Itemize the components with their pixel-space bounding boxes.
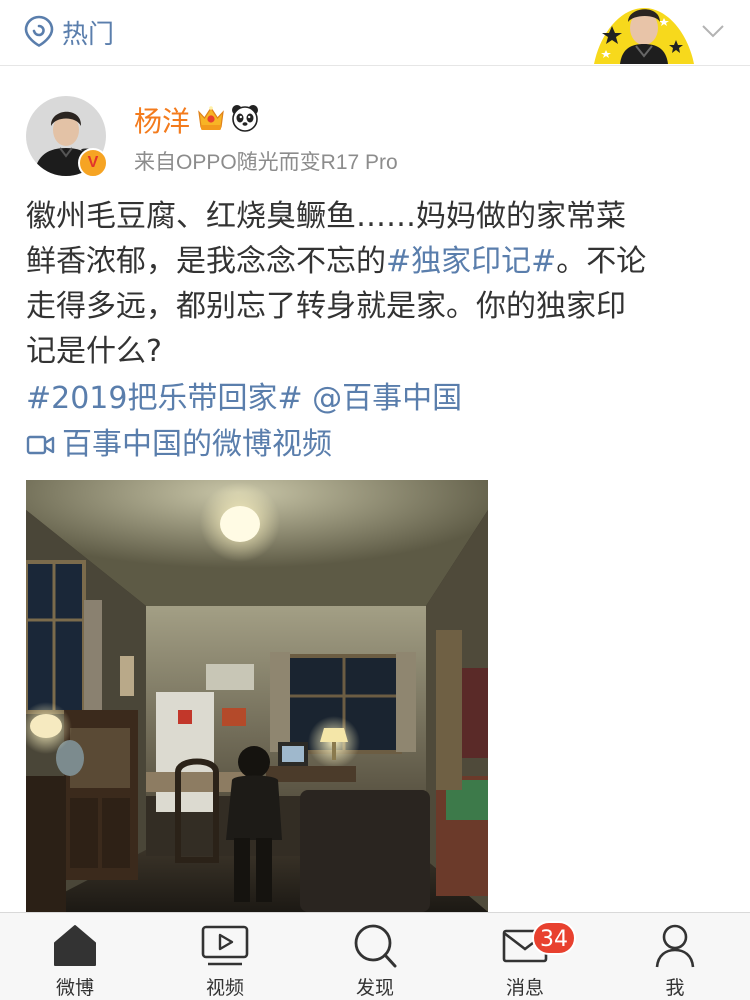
tab-label: 消息	[505, 977, 544, 999]
top-bar: 热门	[0, 0, 750, 66]
unread-badge: 34	[532, 921, 576, 955]
topic-link[interactable]: #2019把乐带回家#	[26, 381, 303, 416]
hashtag-link[interactable]: #独家印记#	[386, 244, 556, 279]
video-camera-icon	[26, 435, 55, 454]
video-play-icon	[200, 923, 250, 971]
username-row: 杨洋	[134, 100, 260, 140]
text-segment: 走得多远，都别忘了转身就是家。你的独家印	[26, 289, 626, 324]
tab-label: 微博	[55, 977, 94, 999]
text-segment: 鲜香浓郁，是我念念不忘的	[26, 244, 386, 279]
hot-filter[interactable]: 热门	[24, 14, 114, 51]
tab-discover[interactable]: 发现	[300, 913, 450, 1000]
tab-video[interactable]: 视频	[150, 913, 300, 1000]
tab-home[interactable]: 微博	[0, 913, 150, 1000]
post-text-line: 鲜香浓郁，是我念念不忘的#独家印记#。不论	[26, 239, 726, 284]
text-segment: 徽州毛豆腐、红烧臭鳜鱼……妈妈做的家常菜	[26, 199, 626, 234]
hot-label: 热门	[62, 20, 115, 50]
verified-badge: V	[78, 148, 108, 178]
chevron-down-icon[interactable]	[700, 18, 726, 48]
crown-icon[interactable]	[196, 103, 226, 137]
text-segment: 。不论	[556, 244, 647, 279]
tab-messages[interactable]: 34 消息	[450, 913, 600, 1000]
bottom-tab-bar: 微博 视频 发现 34 消息 我	[0, 912, 750, 1000]
video-link-label: 百事中国的微博视频	[62, 427, 332, 462]
post-text-line: 徽州毛豆腐、红烧臭鳜鱼……妈妈做的家常菜	[26, 194, 726, 239]
tab-me[interactable]: 我	[600, 913, 750, 1000]
location-pin-icon	[24, 15, 54, 51]
header-avatar[interactable]	[590, 0, 698, 64]
post-text-line: 走得多远，都别忘了转身就是家。你的独家印	[26, 284, 726, 329]
panda-icon[interactable]	[230, 103, 260, 137]
text-segment: 记是什么?	[26, 334, 162, 369]
video-thumbnail[interactable]	[26, 480, 488, 912]
mention-link[interactable]: @百事中国	[312, 381, 462, 416]
post-text: 徽州毛豆腐、红烧臭鳜鱼……妈妈做的家常菜 鲜香浓郁，是我念念不忘的#独家印记#。…	[26, 194, 726, 374]
video-link[interactable]: 百事中国的微博视频	[26, 422, 332, 467]
search-icon	[351, 923, 399, 973]
post-text-line: 记是什么?	[26, 329, 726, 374]
username[interactable]: 杨洋	[134, 100, 190, 140]
home-icon	[52, 923, 98, 971]
tab-label: 发现	[355, 977, 394, 999]
tab-label: 我	[665, 977, 685, 999]
post-source: 来自OPPO随光而变R17 Pro	[134, 151, 398, 174]
profile-icon	[652, 923, 698, 973]
tab-label: 视频	[205, 977, 244, 999]
post-links: #2019把乐带回家# @百事中国	[26, 376, 462, 421]
